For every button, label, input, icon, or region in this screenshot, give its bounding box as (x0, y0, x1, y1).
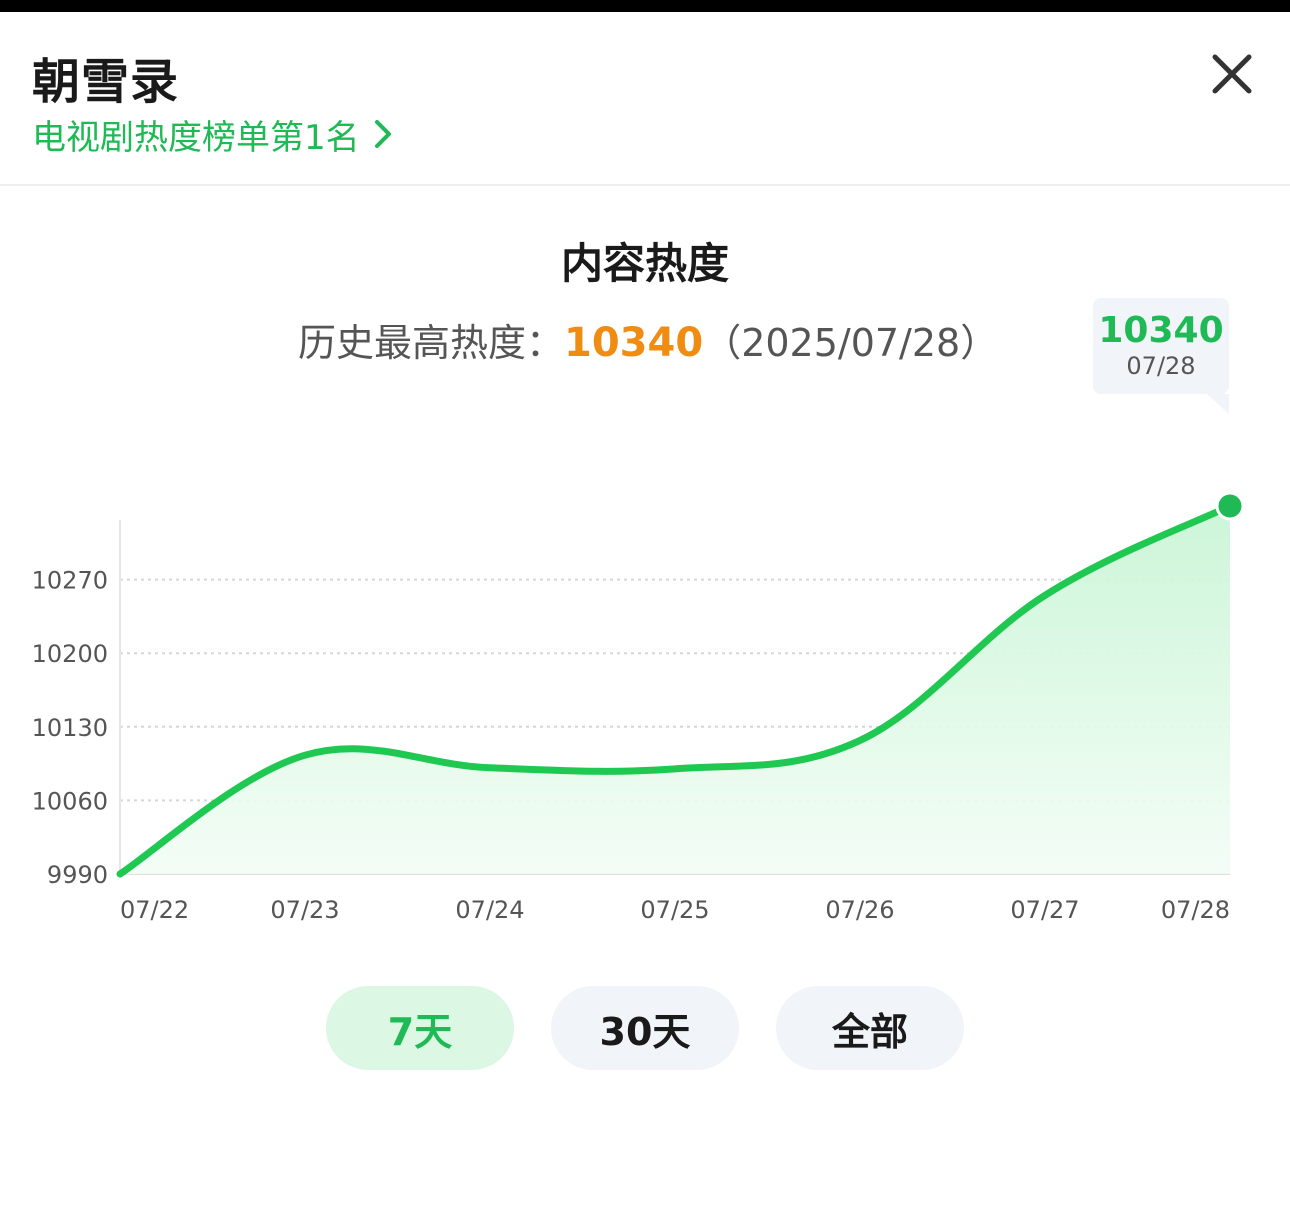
y-tick-label: 10270 (32, 567, 108, 595)
y-tick-label: 10060 (32, 787, 108, 815)
x-tick-label: 07/23 (270, 896, 339, 924)
y-tick-label: 10200 (32, 640, 108, 668)
x-tick-label: 07/27 (1010, 896, 1079, 924)
y-tick-label: 10130 (32, 714, 108, 742)
x-tick-label: 07/28 (1161, 896, 1230, 924)
x-tick-label: 07/22 (120, 896, 189, 924)
series-area (120, 506, 1230, 874)
tab-range-30d[interactable]: 30天 (551, 986, 739, 1070)
heat-chart[interactable]: 9990 10060 10130 10200 10270 07/22 07/23 07/24 0… (0, 0, 1290, 960)
highlight-point[interactable] (1215, 491, 1245, 521)
range-tabs: 7天 30天 全部 (326, 986, 966, 1070)
tab-range-7d[interactable]: 7天 (326, 986, 514, 1070)
tab-range-all[interactable]: 全部 (776, 986, 964, 1070)
y-tick-label: 9990 (47, 861, 108, 889)
x-tick-label: 07/26 (825, 896, 894, 924)
x-tick-label: 07/24 (455, 896, 524, 924)
x-tick-label: 07/25 (640, 896, 709, 924)
